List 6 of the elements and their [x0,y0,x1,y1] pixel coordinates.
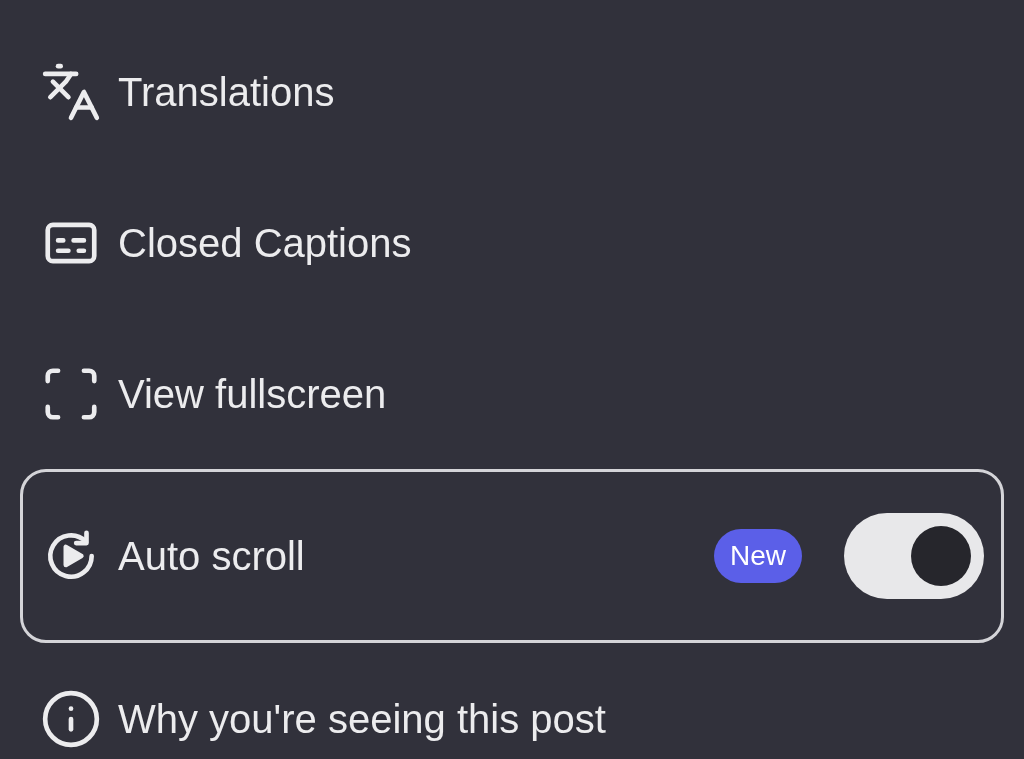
menu-item[interactable]: Closed Captions [118,222,412,263]
menu-item[interactable]: Why you're seeing this post [118,698,606,739]
menu-item[interactable]: Translations [118,71,335,112]
menu-item[interactable]: View fullscreen [118,373,387,414]
menu-item[interactable]: Auto scroll [118,536,305,576]
new-badge: New [714,529,802,583]
